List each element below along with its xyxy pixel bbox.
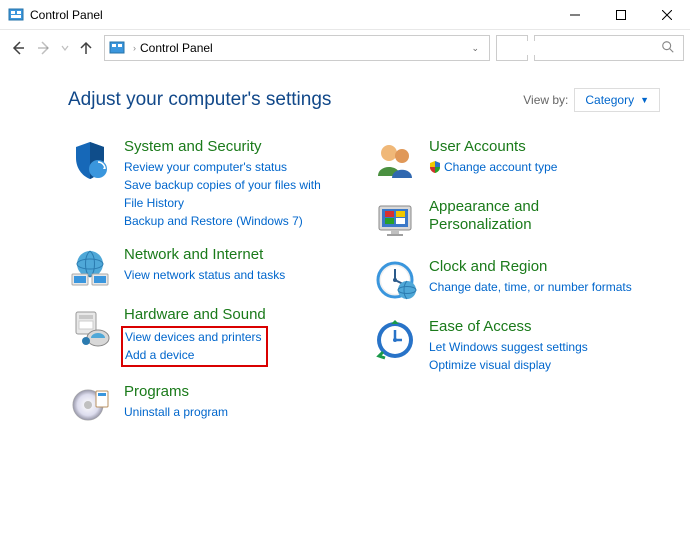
viewby-group: View by: Category ▼ — [523, 88, 660, 112]
address-dropdown-icon[interactable]: ⌄ — [471, 43, 485, 54]
close-button[interactable] — [644, 0, 690, 30]
category-user-accounts: User Accounts Change account type — [373, 138, 660, 182]
maximize-button[interactable] — [598, 0, 644, 30]
network-title[interactable]: Network and Internet — [124, 246, 285, 264]
window-buttons — [552, 0, 690, 30]
control-panel-icon — [8, 7, 24, 23]
clock-icon — [373, 258, 417, 302]
category-system-security: System and Security Review your computer… — [68, 138, 355, 230]
programs-icon — [68, 383, 112, 427]
ease-of-access-icon — [373, 318, 417, 362]
forward-button[interactable] — [32, 36, 56, 60]
link-suggest-settings[interactable]: Let Windows suggest settings — [429, 338, 588, 356]
link-uninstall[interactable]: Uninstall a program — [124, 403, 228, 421]
link-backup-restore[interactable]: Backup and Restore (Windows 7) — [124, 212, 324, 230]
header-row: Adjust your computer's settings View by:… — [68, 88, 660, 112]
clock-region-title[interactable]: Clock and Region — [429, 258, 632, 276]
navigation-bar: › Control Panel ⌄ — [0, 30, 690, 66]
category-programs: Programs Uninstall a program — [68, 383, 355, 427]
page-title: Adjust your computer's settings — [68, 89, 331, 111]
category-columns: System and Security Review your computer… — [68, 138, 660, 427]
search-input[interactable] — [506, 41, 661, 55]
uac-shield-icon — [429, 160, 441, 172]
category-network: Network and Internet View network status… — [68, 246, 355, 290]
link-change-date-time[interactable]: Change date, time, or number formats — [429, 278, 632, 296]
ease-of-access-title[interactable]: Ease of Access — [429, 318, 588, 336]
viewby-label: View by: — [523, 93, 568, 107]
category-clock-region: Clock and Region Change date, time, or n… — [373, 258, 660, 302]
left-column: System and Security Review your computer… — [68, 138, 355, 427]
link-add-device[interactable]: Add a device — [125, 346, 262, 364]
programs-title[interactable]: Programs — [124, 383, 228, 401]
search-box[interactable] — [534, 35, 684, 61]
user-accounts-title[interactable]: User Accounts — [429, 138, 557, 156]
viewby-dropdown[interactable]: Category ▼ — [574, 88, 660, 112]
category-hardware: Hardware and Sound View devices and prin… — [68, 306, 355, 367]
appearance-title[interactable]: Appearance and Personalization — [429, 198, 589, 234]
address-bar[interactable]: › Control Panel ⌄ — [104, 35, 490, 61]
search-icon — [661, 40, 675, 57]
chevron-right-icon: › — [133, 43, 136, 53]
link-review-status[interactable]: Review your computer's status — [124, 158, 324, 176]
system-security-title[interactable]: System and Security — [124, 138, 324, 156]
appearance-icon — [373, 198, 417, 242]
category-appearance: Appearance and Personalization — [373, 198, 660, 242]
network-icon — [68, 246, 112, 290]
caret-down-icon: ▼ — [640, 95, 649, 105]
viewby-value: Category — [585, 93, 634, 107]
content-area: Adjust your computer's settings View by:… — [0, 66, 690, 457]
highlight-box: View devices and printers Add a device — [121, 326, 268, 367]
window-title: Control Panel — [30, 8, 103, 22]
user-accounts-icon — [373, 138, 417, 182]
address-icon — [109, 40, 125, 56]
link-optimize-display[interactable]: Optimize visual display — [429, 356, 588, 374]
link-file-history[interactable]: Save backup copies of your files with Fi… — [124, 176, 324, 212]
breadcrumb-current[interactable]: Control Panel — [140, 41, 213, 55]
shield-icon — [68, 138, 112, 182]
link-network-status[interactable]: View network status and tasks — [124, 266, 285, 284]
link-devices-printers[interactable]: View devices and printers — [125, 328, 262, 346]
right-column: User Accounts Change account type Appear… — [373, 138, 660, 427]
category-ease-of-access: Ease of Access Let Windows suggest setti… — [373, 318, 660, 374]
titlebar: Control Panel — [0, 0, 690, 30]
minimize-button[interactable] — [552, 0, 598, 30]
hardware-title[interactable]: Hardware and Sound — [124, 306, 268, 324]
hardware-icon — [68, 306, 112, 350]
up-button[interactable] — [74, 36, 98, 60]
back-button[interactable] — [6, 36, 30, 60]
link-change-account-type[interactable]: Change account type — [429, 158, 557, 176]
recent-locations-dropdown[interactable] — [58, 36, 72, 60]
